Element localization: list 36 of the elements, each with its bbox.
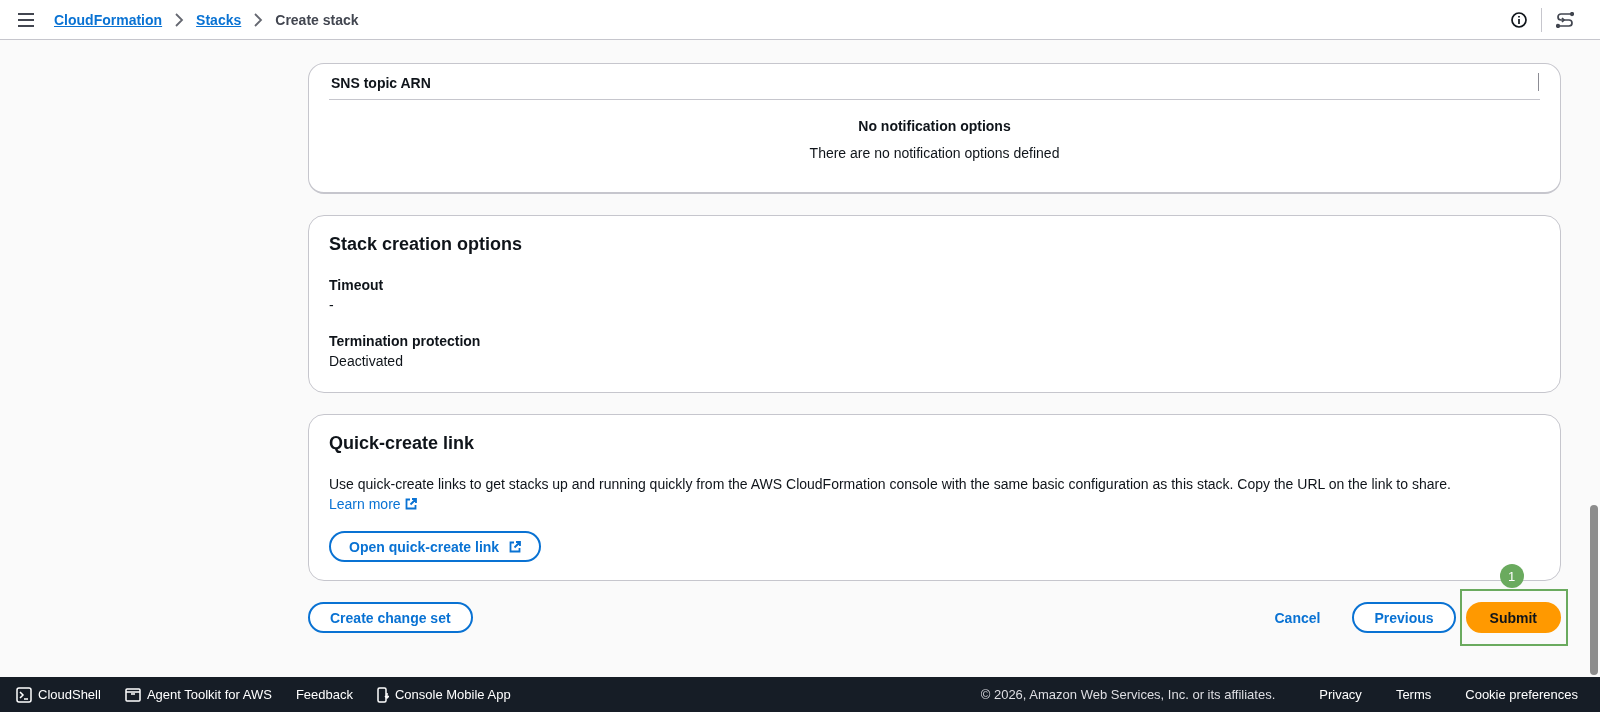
breadcrumb-link[interactable]: Stacks [196,11,242,28]
field-value: - [329,297,335,313]
description-text: Use quick-create links to get stacks up and running quickly from the AWS CloudFormation console with the same basic configuration as this stack. Copy the URL on the link to share. Learn more [329,475,1452,514]
copyright-text: © 2026, Amazon Web Services, Inc. or its affiliates. [980,687,1276,702]
footer-link[interactable]: Terms [1395,687,1432,702]
column-header: SNS topic ARN [330,74,432,91]
field-label: Termination protection [329,333,482,349]
phone-icon [377,686,389,703]
footer-link[interactable]: Feedback [295,687,353,702]
previous-button[interactable]: Previous [1352,602,1456,633]
empty-state-title: No notification options [858,118,1011,134]
learn-more-link[interactable]: Learn more [329,496,417,512]
field-value: Deactivated [329,353,404,369]
card-title: Quick-create link [329,433,476,454]
submit-button[interactable]: Submit [1465,602,1561,633]
terminal-icon [16,686,32,703]
breadcrumb-link[interactable]: CloudFormation [54,11,163,28]
card-title: Stack creation options [329,234,524,255]
external-link-icon [509,540,522,553]
external-link-icon [404,498,417,510]
footer-link[interactable]: CloudShell [16,686,101,703]
footer-link[interactable]: Cookie preferences [1465,687,1578,702]
menu-icon[interactable] [18,12,34,27]
breadcrumb-current: Create stack [275,11,359,28]
footer-link[interactable]: Privacy [1319,687,1362,702]
info-icon[interactable] [1511,11,1527,28]
window-icon [124,687,141,702]
empty-state-text: There are no notification options defined [809,145,1060,161]
field-label: Timeout [329,277,385,293]
scrollbar-thumb[interactable] [1590,505,1598,675]
footer-link[interactable]: Agent Toolkit for AWS [124,687,272,702]
footer-link[interactable]: Console Mobile App [377,686,511,703]
create-change-set-button[interactable]: Create change set [308,602,473,633]
cancel-link[interactable]: Cancel [1252,602,1343,633]
open-quick-create-link-button[interactable]: Open quick-create link [329,531,542,562]
route-icon[interactable] [1556,11,1574,28]
